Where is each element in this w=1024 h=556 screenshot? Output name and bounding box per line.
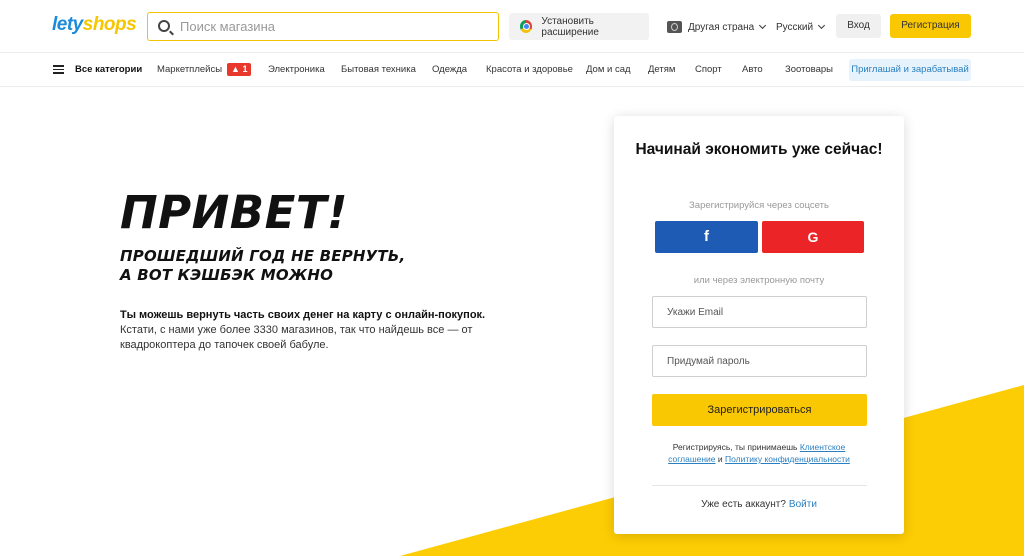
- nav-item-marketplaces[interactable]: Маркетплейсы ▲ 1: [157, 53, 252, 87]
- top-header: letyshops Установить расширение Другая с…: [0, 0, 1024, 53]
- nav-item-home[interactable]: Дом и сад: [586, 53, 631, 87]
- register-submit-button[interactable]: Зарегистрироваться: [652, 394, 867, 426]
- email-signup-label: или через электронную почту: [693, 275, 825, 286]
- privacy-link[interactable]: Политику конфиденциальности: [725, 454, 850, 464]
- email-field-wrapper: [652, 296, 867, 328]
- menu-icon[interactable]: [53, 65, 64, 74]
- terms-prefix: Регистрируясь, ты принимаешь: [672, 442, 798, 452]
- fire-icon: ▲: [231, 64, 240, 74]
- hero-subtitle-line1: ПРОШЕДШИЙ ГОД НЕ ВЕРНУТЬ,: [120, 247, 406, 265]
- language-selector[interactable]: Русский: [776, 19, 826, 35]
- search-input[interactable]: [180, 13, 490, 40]
- login-button[interactable]: Вход: [836, 14, 881, 38]
- marketplaces-badge: ▲ 1: [227, 63, 252, 76]
- globe-icon: [667, 21, 682, 33]
- hero-description: Ты можешь вернуть часть своих денег на к…: [120, 308, 510, 353]
- chevron-down-icon: [759, 21, 767, 30]
- hero-title: ПРИВЕТ!: [120, 186, 349, 239]
- nav-item-auto[interactable]: Авто: [742, 53, 763, 87]
- divider: [652, 485, 867, 486]
- password-field[interactable]: [653, 346, 866, 376]
- category-nav: Все категории Маркетплейсы ▲ 1 Электроник…: [0, 53, 1024, 87]
- email-field[interactable]: [653, 297, 866, 327]
- google-signup-button[interactable]: G: [762, 221, 864, 253]
- signup-title: Начинай экономить уже сейчас!: [635, 141, 883, 158]
- nav-item-clothing[interactable]: Одежда: [432, 53, 467, 87]
- hero-subtitle: ПРОШЕДШИЙ ГОД НЕ ВЕРНУТЬ, А ВОТ КЭШБЭК М…: [120, 247, 450, 285]
- install-extension-label: Установить расширение: [541, 15, 599, 38]
- page: letyshops Установить расширение Другая с…: [0, 0, 1024, 556]
- have-account-row: Уже есть аккаунт? Войти: [614, 499, 904, 510]
- signin-link[interactable]: Войти: [789, 499, 817, 510]
- badge-count: 1: [242, 64, 248, 74]
- facebook-signup-button[interactable]: f: [655, 221, 758, 253]
- signup-card: Начинай экономить уже сейчас! Зарегистри…: [614, 116, 904, 534]
- nav-all-categories[interactable]: Все категории: [75, 53, 142, 87]
- nav-item-kids[interactable]: Детям: [648, 53, 675, 87]
- logo[interactable]: letyshops: [52, 14, 137, 36]
- register-button[interactable]: Регистрация: [890, 14, 971, 38]
- hero-subtitle-line2: А ВОТ КЭШБЭК МОЖНО: [120, 266, 334, 284]
- chevron-down-icon: [818, 21, 826, 30]
- country-label: Другая страна: [688, 21, 755, 33]
- search-box: [147, 12, 499, 41]
- nav-item-electronics[interactable]: Электроника: [268, 53, 325, 87]
- facebook-icon: f: [704, 228, 709, 245]
- logo-text-shops: shops: [82, 14, 137, 35]
- terms-notice: Регистрируясь, ты принимаешь Клиентское …: [654, 441, 864, 465]
- country-selector[interactable]: Другая страна: [667, 19, 767, 35]
- hero-description-bold: Ты можешь вернуть часть своих денег на к…: [120, 309, 486, 321]
- nav-item-beauty[interactable]: Красота и здоровье: [486, 53, 573, 87]
- language-label: Русский: [776, 21, 814, 33]
- logo-text-lety: lety: [52, 14, 83, 35]
- nav-item-label: Маркетплейсы: [157, 64, 223, 75]
- terms-and: и: [717, 454, 723, 464]
- hero-description-rest: Кстати, с нами уже более 3330 магазинов,…: [120, 324, 473, 351]
- install-extension-button[interactable]: Установить расширение: [509, 13, 649, 40]
- have-account-text: Уже есть аккаунт?: [701, 499, 786, 510]
- search-icon[interactable]: [158, 20, 170, 32]
- password-field-wrapper: [652, 345, 867, 377]
- nav-item-appliances[interactable]: Бытовая техника: [341, 53, 416, 87]
- invite-and-earn-button[interactable]: Приглашай и зарабатывай: [849, 59, 971, 81]
- nav-item-sport[interactable]: Спорт: [695, 53, 722, 87]
- social-signup-label: Зарегистрируйся через соцсеть: [689, 200, 829, 211]
- nav-item-pets[interactable]: Зоотовары: [785, 53, 833, 87]
- google-icon: G: [807, 229, 819, 245]
- chrome-icon: [520, 20, 533, 33]
